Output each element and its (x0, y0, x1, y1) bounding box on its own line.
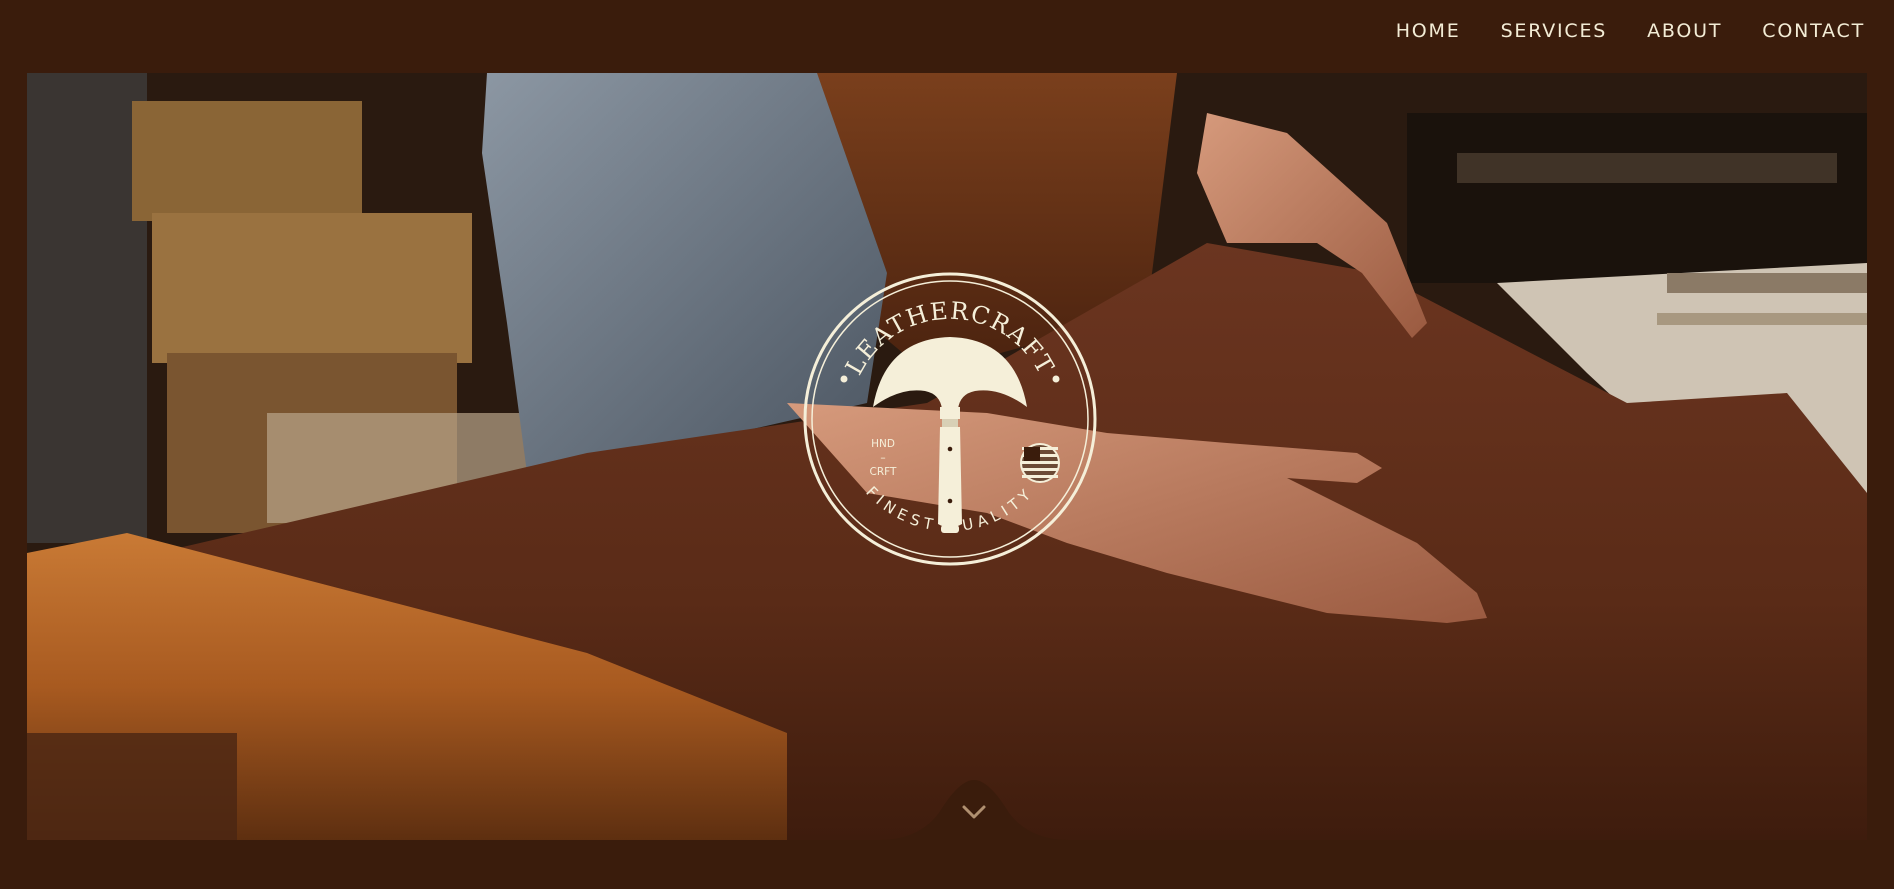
emblem-mark-line3: CRFT (870, 466, 897, 478)
scroll-down-button[interactable] (879, 775, 1069, 840)
us-flag-icon (1020, 443, 1060, 483)
emblem-dot-right (1052, 375, 1060, 383)
emblem-mark-line2: – (880, 452, 885, 464)
top-navigation-bar: HOME SERVICES ABOUT CONTACT (0, 0, 1894, 73)
nav-services-link[interactable]: SERVICES (1501, 20, 1608, 42)
emblem-mark-line1: HND (871, 438, 895, 450)
main-nav: HOME SERVICES ABOUT CONTACT (1396, 20, 1865, 42)
emblem-dot-left (840, 375, 848, 383)
hero-banner: LEATHERCRAFT FINEST QUALITY HND – CRFT (27, 73, 1867, 840)
nav-home-link[interactable]: HOME (1396, 20, 1461, 42)
nav-contact-link[interactable]: CONTACT (1762, 20, 1865, 42)
nav-about-link[interactable]: ABOUT (1647, 20, 1722, 42)
leathercraft-emblem-logo: LEATHERCRAFT FINEST QUALITY HND – CRFT (803, 272, 1097, 566)
